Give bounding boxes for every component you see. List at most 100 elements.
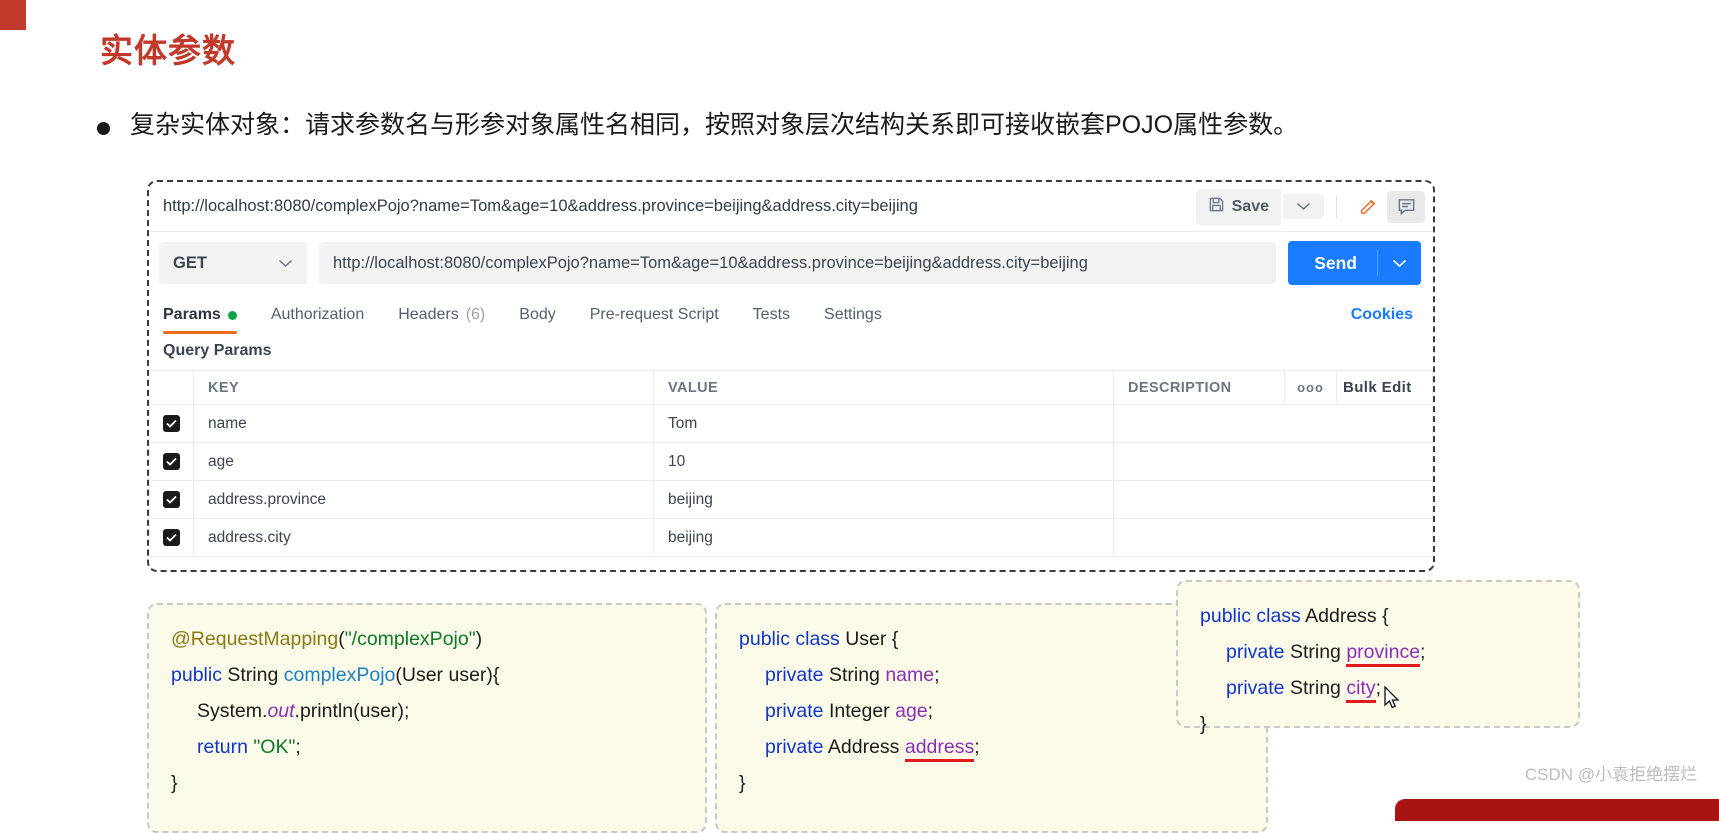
column-description: DESCRIPTION xyxy=(1113,370,1285,405)
http-method-select[interactable]: GET xyxy=(159,242,307,284)
keyword-token: public xyxy=(171,664,222,687)
tab-tests[interactable]: Tests xyxy=(753,294,790,336)
punct: ; xyxy=(295,736,301,759)
tab-settings[interactable]: Settings xyxy=(824,294,882,336)
tab-body[interactable]: Body xyxy=(519,294,555,336)
http-method-value: GET xyxy=(173,253,207,272)
code-line: } xyxy=(171,765,683,801)
bullet-dot-icon xyxy=(97,122,110,135)
keyword-token: public class xyxy=(1200,605,1301,627)
row-checkbox-cell[interactable] xyxy=(149,442,194,481)
row-checkbox-cell[interactable] xyxy=(149,480,194,519)
tab-authorization[interactable]: Authorization xyxy=(271,294,364,336)
send-button[interactable]: Send xyxy=(1288,241,1421,285)
type-token: String xyxy=(1289,677,1341,700)
field-token: age xyxy=(895,700,928,723)
bullet-text: 复杂实体对象：请求参数名与形参对象属性名相同，按照对象层次结构关系即可接收嵌套P… xyxy=(130,111,1299,139)
punct: ; xyxy=(927,700,934,723)
bulk-edit-button[interactable]: Bulk Edit xyxy=(1336,370,1433,405)
save-label: Save xyxy=(1231,197,1269,215)
row-value[interactable]: beijing xyxy=(653,480,1114,519)
mouse-cursor-icon xyxy=(1384,685,1401,716)
code-line: private Integer age; xyxy=(739,693,1244,729)
request-tab-title: http://localhost:8080/complexPojo?name=T… xyxy=(163,197,918,215)
string-token: "/complexPojo" xyxy=(344,628,476,650)
row-checkbox-cell[interactable] xyxy=(149,518,194,557)
column-key: KEY xyxy=(193,370,654,405)
row-key[interactable]: address.province xyxy=(193,480,654,519)
code-line: @RequestMapping("/complexPojo") xyxy=(171,621,683,657)
field-token-highlighted: city xyxy=(1346,677,1376,704)
type-token: String xyxy=(227,664,279,687)
keyword-token: private xyxy=(765,664,824,687)
row-value[interactable]: Tom xyxy=(653,404,1114,443)
tab-headers-label: Headers xyxy=(398,306,459,323)
query-params-label: Query Params xyxy=(163,342,272,359)
field-token-highlighted: address xyxy=(904,736,975,763)
table-options-button[interactable]: ooo xyxy=(1284,370,1337,405)
row-value[interactable]: beijing xyxy=(653,518,1114,557)
save-dropdown-button[interactable] xyxy=(1283,194,1324,219)
row-key[interactable]: age xyxy=(193,442,654,481)
tab-pre-request-script[interactable]: Pre-request Script xyxy=(590,294,719,336)
edit-request-button[interactable] xyxy=(1349,190,1387,223)
keyword-token: private xyxy=(765,736,824,759)
tab-settings-label: Settings xyxy=(824,306,882,323)
punct: ; xyxy=(974,736,980,759)
column-value: VALUE xyxy=(653,370,1114,405)
tab-authorization-label: Authorization xyxy=(270,306,365,323)
checkbox-checked-icon xyxy=(163,415,180,432)
row-description[interactable] xyxy=(1113,518,1433,557)
class-name-token: User { xyxy=(845,628,899,650)
code-line: public class Address { xyxy=(1200,598,1556,634)
save-button[interactable]: Save xyxy=(1195,188,1281,225)
row-description[interactable] xyxy=(1113,442,1433,481)
pencil-icon xyxy=(1360,199,1375,214)
code-line: public String complexPojo(User user){ xyxy=(171,657,683,693)
tab-headers-count: (6) xyxy=(465,306,486,323)
request-url-input[interactable]: http://localhost:8080/complexPojo?name=T… xyxy=(319,242,1277,284)
static-token: out xyxy=(267,700,295,723)
toolbar-divider xyxy=(1336,195,1337,218)
code-card-controller: @RequestMapping("/complexPojo") public S… xyxy=(147,603,707,833)
row-key[interactable]: name xyxy=(193,404,654,443)
comments-button[interactable] xyxy=(1387,190,1425,223)
method-token: complexPojo xyxy=(283,664,396,687)
tab-body-label: Body xyxy=(519,306,556,323)
code-line: } xyxy=(1200,706,1556,742)
table-header-row: KEY VALUE DESCRIPTION ooo Bulk Edit xyxy=(149,370,1433,405)
table-row: address.province beijing xyxy=(149,480,1433,519)
cookies-link[interactable]: Cookies xyxy=(1351,306,1419,324)
query-params-table: KEY VALUE DESCRIPTION ooo Bulk Edit name… xyxy=(149,370,1433,557)
tab-headers[interactable]: Headers (6) xyxy=(398,294,485,336)
select-all-column xyxy=(149,370,194,405)
request-url-bar: GET http://localhost:8080/complexPojo?na… xyxy=(149,232,1433,294)
params-modified-dot-icon xyxy=(227,310,237,320)
row-value[interactable]: 10 xyxy=(653,442,1114,481)
punct: } xyxy=(739,772,746,795)
code-card-address-class: public class Address { private String pr… xyxy=(1176,580,1580,735)
table-row: age 10 xyxy=(149,442,1433,481)
save-icon xyxy=(1208,196,1225,218)
tab-params[interactable]: Params xyxy=(163,294,237,336)
type-token: String xyxy=(1289,641,1341,664)
type-token: Integer xyxy=(828,700,890,723)
watermark-text: CSDN @小袁拒绝摆烂 xyxy=(1524,765,1697,784)
chevron-down-icon xyxy=(1392,259,1407,267)
tab-pre-request-script-label: Pre-request Script xyxy=(589,306,719,323)
annotation-token: @RequestMapping xyxy=(171,628,339,650)
slide-accent-tab xyxy=(0,0,26,30)
row-description[interactable] xyxy=(1113,480,1433,519)
row-key[interactable]: address.city xyxy=(193,518,654,557)
tab-tests-label: Tests xyxy=(752,306,791,323)
keyword-token: private xyxy=(1226,641,1285,664)
string-token: "OK" xyxy=(253,736,296,759)
checkbox-checked-icon xyxy=(163,453,180,470)
keyword-token: private xyxy=(1226,677,1285,700)
row-description[interactable] xyxy=(1113,404,1433,443)
chevron-down-icon xyxy=(278,259,293,267)
code-line: private Address address; xyxy=(739,729,1244,765)
send-dropdown-button[interactable] xyxy=(1377,250,1421,276)
row-checkbox-cell[interactable] xyxy=(149,404,194,443)
more-options-icon: ooo xyxy=(1297,379,1324,395)
